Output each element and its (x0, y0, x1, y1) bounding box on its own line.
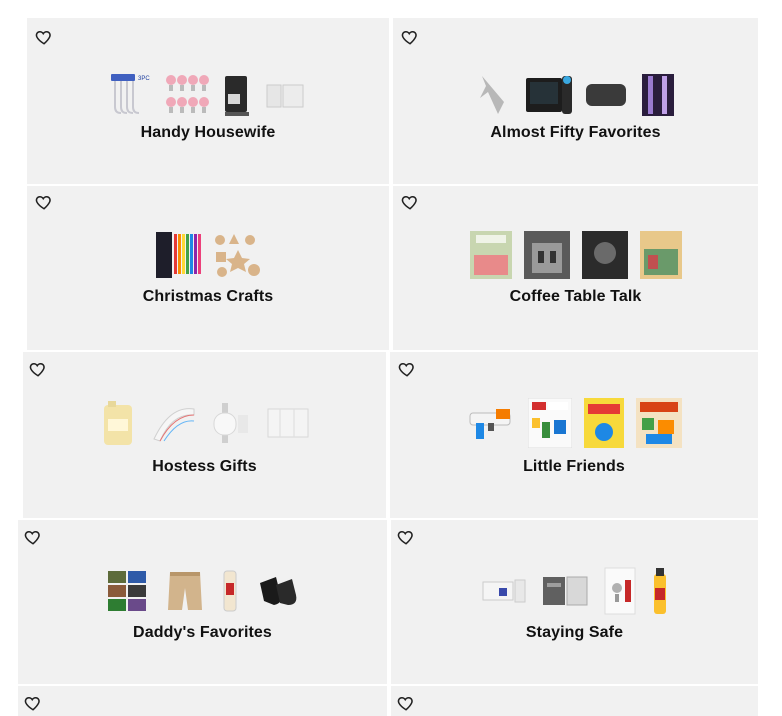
product-gadget[interactable] (474, 70, 514, 120)
product-black-socks[interactable] (256, 566, 300, 616)
heart-icon[interactable] (401, 28, 419, 46)
list-card-partial[interactable] (18, 686, 387, 716)
product-book-portrait[interactable] (581, 230, 628, 280)
card-title[interactable]: Almost Fifty Favorites (393, 124, 758, 142)
product-cargo-shorts[interactable] (166, 566, 204, 616)
card-title[interactable]: Hostess Gifts (23, 458, 386, 476)
product-thumbnails (393, 64, 758, 126)
card-title[interactable]: Coffee Table Talk (393, 288, 758, 306)
product-door-sensors[interactable] (263, 70, 307, 120)
product-smart-plug-cables[interactable]: 3PC (109, 70, 153, 120)
product-book-views[interactable] (639, 230, 682, 280)
card-title[interactable]: Christmas Crafts (27, 288, 389, 306)
heart-icon[interactable] (24, 528, 42, 546)
product-book-coral[interactable] (469, 230, 512, 280)
list-card-christmas-crafts[interactable]: Christmas Crafts (27, 186, 389, 350)
product-pouch[interactable] (584, 70, 628, 120)
list-card-staying-safe[interactable]: Staying Safe (391, 520, 758, 684)
heart-icon[interactable] (401, 193, 419, 211)
list-card-partial[interactable] (391, 686, 758, 716)
product-detergent-jug[interactable] (100, 398, 136, 448)
svg-text:3PC: 3PC (138, 76, 150, 82)
list-card-little-friends[interactable]: Little Friends (390, 352, 758, 518)
product-nerf-blaster[interactable] (466, 398, 516, 448)
heart-icon[interactable] (24, 694, 42, 712)
card-title[interactable]: Little Friends (390, 458, 758, 476)
product-mascara-set[interactable] (638, 70, 678, 120)
product-wooden-ornaments[interactable] (212, 230, 262, 280)
product-video-doorbell[interactable] (541, 566, 589, 616)
product-smart-lock[interactable] (603, 566, 637, 616)
heart-icon[interactable] (397, 528, 415, 546)
product-paper-towels[interactable] (266, 398, 310, 448)
product-thumbnails (23, 392, 386, 454)
heart-icon[interactable] (35, 193, 53, 211)
list-card-almost-fifty-favorites[interactable]: Almost Fifty Favorites (393, 18, 758, 184)
list-card-hostess-gifts[interactable]: Hostess Gifts (23, 352, 386, 518)
product-thumbnails (391, 560, 758, 622)
card-title[interactable]: Handy Housewife (27, 124, 389, 142)
card-title[interactable]: Daddy's Favorites (18, 624, 387, 642)
product-paper-towel-holder[interactable] (212, 398, 252, 448)
product-camo-hats[interactable] (106, 566, 150, 616)
heart-icon[interactable] (35, 28, 53, 46)
product-thumbnails (390, 392, 758, 454)
heart-icon[interactable] (29, 360, 47, 378)
product-napkins[interactable] (150, 398, 198, 448)
product-security-camera[interactable] (481, 566, 527, 616)
heart-icon[interactable] (397, 694, 415, 712)
list-card-daddys-favorites[interactable]: Daddy's Favorites (18, 520, 387, 684)
product-thumbnails (27, 224, 389, 286)
product-thumbnails (18, 560, 387, 622)
product-thumbnails (393, 224, 758, 286)
product-dr-seuss-book[interactable] (584, 398, 624, 448)
heart-icon[interactable] (398, 360, 416, 378)
card-title[interactable]: Staying Safe (391, 624, 758, 642)
product-book-architecture[interactable] (523, 230, 570, 280)
product-beef-jerky[interactable] (220, 566, 240, 616)
product-pink-smart-bulbs[interactable] (163, 70, 209, 120)
product-smart-display[interactable] (524, 70, 574, 120)
product-espresso-machine[interactable] (219, 70, 253, 120)
product-fire-extinguisher[interactable] (651, 566, 669, 616)
list-card-handy-housewife[interactable]: 3PC Handy Housewife (27, 18, 389, 184)
product-lego-ideas-book[interactable] (528, 398, 572, 448)
product-paint-markers[interactable] (154, 230, 202, 280)
list-card-coffee-table-talk[interactable]: Coffee Table Talk (393, 186, 758, 350)
product-thumbnails: 3PC (27, 64, 389, 126)
product-richard-scarry-book[interactable] (636, 398, 682, 448)
